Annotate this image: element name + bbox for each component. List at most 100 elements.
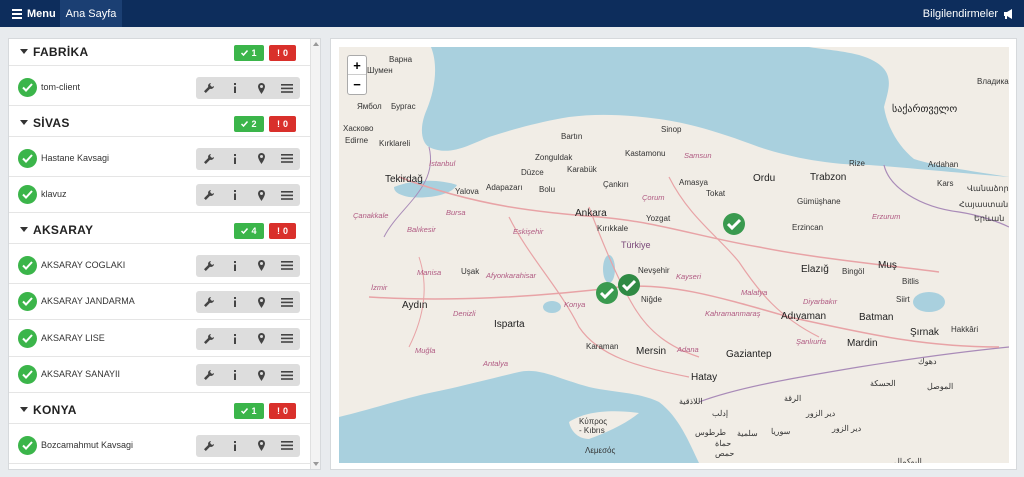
map-label-afyon: Afyonkarahisar <box>486 271 537 280</box>
collapse-triangle-icon[interactable] <box>20 49 28 54</box>
map-label-syria: سوريا <box>771 427 791 436</box>
ok-count: 4 <box>251 225 257 236</box>
scrollbar[interactable] <box>310 39 320 469</box>
device-row[interactable]: Bozcamahmut Kavsagi <box>9 428 311 464</box>
device-row[interactable]: AKSARAY COGLAKI <box>9 248 311 284</box>
group-header[interactable]: KONYA 1 ! 0 <box>9 397 311 424</box>
map-label-izmir: İzmir <box>371 283 388 292</box>
error-count-badge: ! 0 <box>269 402 296 419</box>
megaphone-icon <box>1004 8 1012 19</box>
list-button[interactable] <box>274 184 300 206</box>
list-button[interactable] <box>274 435 300 457</box>
ok-count-badge: 4 <box>234 222 264 239</box>
wrench-button[interactable] <box>196 435 222 457</box>
map-label-adapazari: Adapazarı <box>486 183 523 192</box>
group-title: KONYA <box>33 402 77 417</box>
map-label-eskisehir: Eskişehir <box>513 227 544 236</box>
map-label-siirt: Siirt <box>896 295 910 304</box>
zoom-out-button[interactable]: − <box>348 75 366 94</box>
exclamation-icon: ! <box>276 118 280 129</box>
map-label-isparta: Isparta <box>494 319 525 330</box>
map-pin-button[interactable] <box>248 77 274 99</box>
error-count: 0 <box>282 225 288 236</box>
collapse-triangle-icon[interactable] <box>20 406 28 412</box>
home-tab[interactable]: Ana Sayfa <box>60 0 122 27</box>
info-button[interactable] <box>222 255 248 277</box>
error-count-badge: ! 0 <box>269 222 296 239</box>
info-button[interactable] <box>222 148 248 170</box>
map-label-kars: Kars <box>937 179 954 188</box>
map-pin-button[interactable] <box>248 291 274 313</box>
map-label-diyarbakir: Diyarbakır <box>803 297 838 306</box>
list-button[interactable] <box>274 255 300 277</box>
map-label-yerevan: Երևան <box>974 214 1005 223</box>
info-icon <box>222 333 248 344</box>
group-header[interactable]: FABRİKA 1! 0 <box>9 39 311 66</box>
list-button[interactable] <box>274 328 300 350</box>
map-pin-button[interactable] <box>248 148 274 170</box>
ok-count: 1 <box>251 405 257 416</box>
info-button[interactable] <box>222 328 248 350</box>
map-label-bitlis: Bitlis <box>902 277 919 286</box>
wrench-button[interactable] <box>196 328 222 350</box>
info-button[interactable] <box>222 77 248 99</box>
device-row[interactable]: AKSARAY SANAYII <box>9 357 311 393</box>
wrench-button[interactable] <box>196 255 222 277</box>
map-label-deir: دير الزور <box>806 409 836 418</box>
map[interactable]: + − Варна Шумен Ямбол Бургас Хасково Edirne Kı… <box>339 47 1009 463</box>
map-label-burgas: Бургас <box>391 102 416 111</box>
menu-button[interactable]: Menu <box>0 0 60 27</box>
map-label-sanliurfa: Şanlıurfa <box>796 337 827 346</box>
location-marker[interactable] <box>722 212 746 236</box>
device-row[interactable]: Hastane Kavsagi <box>9 141 311 177</box>
wrench-button[interactable] <box>196 77 222 99</box>
device-row[interactable]: klavuz <box>9 177 311 213</box>
info-button[interactable] <box>222 291 248 313</box>
wrench-button[interactable] <box>196 364 222 386</box>
ok-count-badge: 2 <box>234 115 264 132</box>
map-label-elazig: Elazığ <box>801 264 829 275</box>
map-label-malatya: Malatya <box>741 288 768 297</box>
device-row[interactable]: AKSARAY JANDARMA <box>9 284 311 320</box>
info-button[interactable] <box>222 364 248 386</box>
scroll-down-arrow[interactable] <box>313 462 319 466</box>
map-pin-icon <box>248 260 274 271</box>
map-pin-button[interactable] <box>248 184 274 206</box>
hamburger-icon <box>12 7 22 21</box>
collapse-triangle-icon[interactable] <box>20 226 28 232</box>
device-name: Hastane Kavsagi <box>41 152 110 163</box>
exclamation-icon: ! <box>276 225 280 236</box>
notifications-button[interactable]: Bilgilendirmeler <box>923 0 1014 27</box>
location-marker[interactable] <box>595 281 619 305</box>
zoom-in-button[interactable]: + <box>348 56 366 75</box>
map-pin-button[interactable] <box>248 328 274 350</box>
wrench-button[interactable] <box>196 291 222 313</box>
list-button[interactable] <box>274 148 300 170</box>
group-header[interactable]: AKSARAY 4! 0 <box>9 217 311 244</box>
list-button[interactable] <box>274 77 300 99</box>
info-button[interactable] <box>222 435 248 457</box>
map-label-adana: Adana <box>677 345 699 354</box>
device-row[interactable]: AKSARAY LISE <box>9 321 311 357</box>
map-pin-button[interactable] <box>248 435 274 457</box>
info-icon <box>222 370 248 380</box>
map-pin-button[interactable] <box>248 364 274 386</box>
wrench-icon <box>196 440 222 451</box>
scroll-up-arrow[interactable] <box>313 42 319 46</box>
device-name: AKSARAY COGLAKI <box>41 259 126 270</box>
map-label-canakkale: Çanakkale <box>353 211 389 220</box>
list-button[interactable] <box>274 291 300 313</box>
list-button[interactable] <box>274 364 300 386</box>
collapse-triangle-icon[interactable] <box>20 119 28 125</box>
map-label-erzincan: Erzincan <box>792 223 824 232</box>
wrench-button[interactable] <box>196 184 222 206</box>
wrench-button[interactable] <box>196 148 222 170</box>
device-row[interactable]: tom-client <box>9 70 311 106</box>
map-label-vladikav: Владикав <box>977 77 1009 86</box>
map-label-erzurum: Erzurum <box>872 212 901 221</box>
check-icon <box>241 50 249 56</box>
group-header[interactable]: SİVAS 2! 0 <box>9 110 311 137</box>
location-marker[interactable] <box>617 273 641 297</box>
info-button[interactable] <box>222 184 248 206</box>
map-pin-button[interactable] <box>248 255 274 277</box>
